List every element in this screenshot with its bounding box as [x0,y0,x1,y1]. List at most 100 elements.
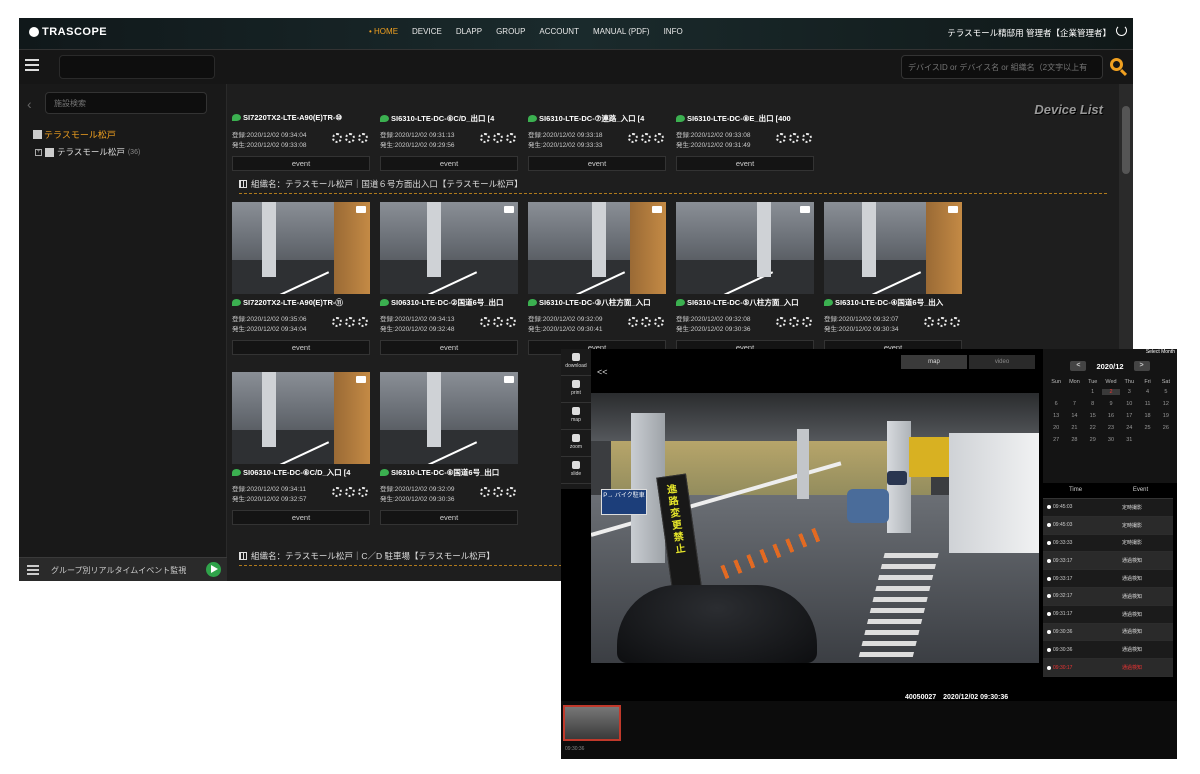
calendar-day[interactable]: 8 [1084,401,1102,407]
nav-dlapp[interactable]: DLAPP [456,27,482,36]
chevron-left-icon[interactable]: ‹ [27,96,32,112]
calendar-day[interactable]: 22 [1084,425,1102,431]
settings-icon[interactable] [802,317,812,327]
print-button[interactable]: print [561,376,591,403]
event-row[interactable]: 09:32:17 通過検知 [1043,587,1173,606]
device-card[interactable]: SI6310-LTE-DC-④国道6号_出入 登録:2020/12/02 09:3… [824,202,962,358]
settings-icon[interactable] [506,133,516,143]
event-row[interactable]: 09:33:17 通過検知 [1043,570,1173,588]
calendar-day[interactable]: 4 [1138,389,1156,395]
event-button[interactable]: event [676,156,814,171]
camera-snapshot[interactable] [232,202,370,294]
map-button[interactable]: map [561,403,591,430]
camera-snapshot[interactable] [380,372,518,464]
calendar-day[interactable]: 30 [1102,437,1120,443]
device-name[interactable]: SI6310-LTE-DC-⑧E_出口 [400 [676,113,814,124]
device-card[interactable]: SI6310-LTE-DC-③八柱方面_入口 登録:2020/12/02 09:3… [528,202,666,358]
calendar-day[interactable]: 27 [1047,437,1065,443]
gear-icon[interactable] [332,317,342,327]
tree-root-item[interactable]: テラスモール松戸 [33,128,116,141]
video-frame[interactable]: 進路変更禁止 P→ バイク駐車 [591,393,1039,663]
event-button[interactable]: event [232,340,370,355]
play-icon[interactable] [206,562,221,577]
calendar-day[interactable]: 25 [1138,425,1156,431]
calendar-day[interactable]: 16 [1102,413,1120,419]
hamburger-menu-icon[interactable] [25,59,39,71]
event-row[interactable]: 09:31:17 通過検知 [1043,605,1173,624]
event-button[interactable]: event [232,156,370,171]
nav-manual[interactable]: MANUAL (PDF) [593,27,650,36]
device-name[interactable]: SI6310-LTE-DC-⑥C/D_出口 [4 [380,113,518,124]
event-button[interactable]: event [232,510,370,525]
calendar-day[interactable]: 13 [1047,413,1065,419]
settings-icon[interactable] [654,317,664,327]
camera-icon[interactable] [504,206,514,213]
nav-info[interactable]: INFO [664,27,683,36]
device-card[interactable]: SI06310-LTE-DC-⑥C/D_入口 [4 登録:2020/12/02 0… [232,372,370,528]
event-row[interactable]: 09:30:36 通過検知 [1043,623,1173,642]
device-card[interactable]: SI06310-LTE-DC-②国道6号_出口 登録:2020/12/02 09:… [380,202,518,358]
settings-icon[interactable] [506,487,516,497]
camera-icon[interactable] [356,376,366,383]
device-name[interactable]: SI7220TX2-LTE-A90(E)TR-⑪ [232,297,370,308]
device-card[interactable]: SI6310-LTE-DC-⑦連路_入口 [4 登録:2020/12/02 09:… [528,84,666,174]
expand-icon[interactable]: + [35,148,42,156]
gear-icon[interactable] [332,133,342,143]
calendar-day[interactable]: 21 [1065,425,1083,431]
antenna-icon[interactable] [641,133,651,143]
device-name[interactable]: SI06310-LTE-DC-②国道6号_出口 [380,297,518,308]
settings-icon[interactable] [802,133,812,143]
device-card[interactable]: SI6310-LTE-DC-⑥C/D_出口 [4 登録:2020/12/02 09… [380,84,518,174]
antenna-icon[interactable] [641,317,651,327]
calendar-day[interactable]: 23 [1102,425,1120,431]
antenna-icon[interactable] [345,133,355,143]
search-icon[interactable] [1110,58,1123,71]
event-row[interactable]: 09:45:03 定時撮影 [1043,499,1173,517]
device-name[interactable]: SI7220TX2-LTE-A90(E)TR-⑩ [232,113,370,122]
antenna-icon[interactable] [493,133,503,143]
camera-icon[interactable] [652,206,662,213]
gear-icon[interactable] [776,133,786,143]
calendar-day[interactable]: 10 [1120,401,1138,407]
calendar-day[interactable]: 14 [1065,413,1083,419]
device-name[interactable]: SI6310-LTE-DC-⑤八柱方面_入口 [676,297,814,308]
camera-icon[interactable] [356,206,366,213]
calendar-day[interactable]: 20 [1047,425,1065,431]
camera-snapshot[interactable] [232,372,370,464]
event-button[interactable]: event [380,156,518,171]
event-row[interactable]: 09:45:03 定時撮影 [1043,516,1173,535]
event-row[interactable]: 09:33:33 定時撮影 [1043,534,1173,553]
device-search-input[interactable] [901,55,1103,79]
antenna-icon[interactable] [493,487,503,497]
antenna-icon[interactable] [493,317,503,327]
device-card[interactable]: SI7220TX2-LTE-A90(E)TR-⑩ 登録:2020/12/02 09… [232,84,370,174]
gear-icon[interactable] [480,487,490,497]
thumbnail[interactable] [563,705,621,741]
calendar-day[interactable]: 11 [1138,401,1156,407]
device-name[interactable]: SI6310-LTE-DC-⑥国道6号_出口 [380,467,518,478]
settings-icon[interactable] [950,317,960,327]
antenna-icon[interactable] [937,317,947,327]
event-button[interactable]: event [380,510,518,525]
settings-icon[interactable] [654,133,664,143]
calendar-day[interactable]: 26 [1157,425,1175,431]
device-name[interactable]: SI6310-LTE-DC-⑦連路_入口 [4 [528,113,666,124]
download-button[interactable]: download [561,349,591,376]
event-row[interactable]: 09:30:36 通過検知 [1043,641,1173,660]
camera-snapshot[interactable] [528,202,666,294]
zoom-button[interactable]: zoom [561,430,591,457]
gear-icon[interactable] [332,487,342,497]
gear-icon[interactable] [480,317,490,327]
gear-icon[interactable] [628,317,638,327]
nav-device[interactable]: DEVICE [412,27,442,36]
calendar-day[interactable]: 7 [1065,401,1083,407]
power-icon[interactable] [1116,25,1127,36]
antenna-icon[interactable] [345,317,355,327]
device-name[interactable]: SI6310-LTE-DC-④国道6号_出入 [824,297,962,308]
trascope-logo[interactable]: TRASCOPE [29,26,107,38]
calendar-day[interactable]: 1 [1084,389,1102,395]
settings-icon[interactable] [358,317,368,327]
nav-account[interactable]: ACCOUNT [539,27,579,36]
camera-icon[interactable] [504,376,514,383]
calendar-day[interactable]: 17 [1120,413,1138,419]
